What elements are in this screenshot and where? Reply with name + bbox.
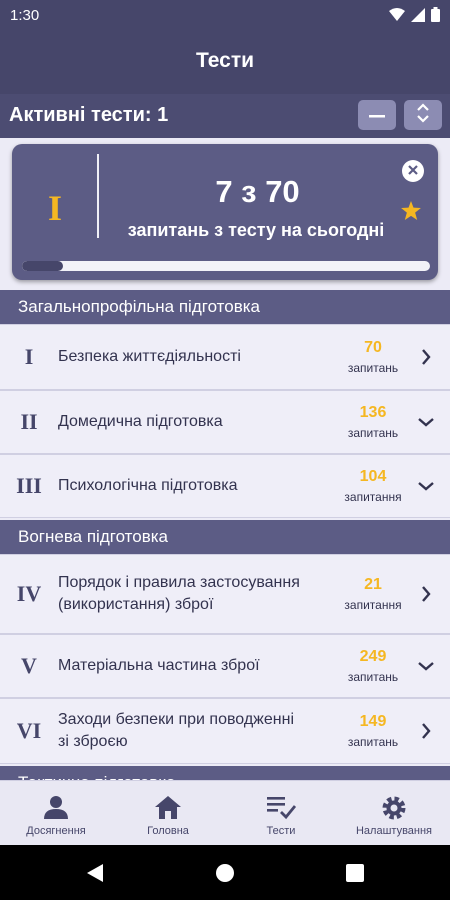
active-tests-bar: Активні тести: 1 <box>0 94 450 138</box>
item-name: Порядок і правила застосування (використ… <box>58 574 300 613</box>
daily-card-divider <box>97 154 99 238</box>
nav-tests[interactable]: Тести <box>225 781 337 846</box>
app-bar: Тести <box>0 32 450 94</box>
daily-progress-fill <box>22 261 63 271</box>
item-count-value: 249 <box>359 648 387 665</box>
daily-progress-bar <box>22 261 430 271</box>
list-item[interactable]: IV Порядок і правила застосування (викор… <box>0 554 450 634</box>
nav-home[interactable]: Головна <box>112 781 224 846</box>
close-icon <box>408 162 418 180</box>
system-navigation-bar <box>0 845 450 900</box>
status-time: 1:30 <box>10 7 40 24</box>
item-count-value: 136 <box>359 404 387 421</box>
star-icon[interactable] <box>401 201 421 225</box>
expand-collapse-button[interactable] <box>404 100 442 130</box>
nav-settings[interactable]: Налаштування <box>338 781 450 846</box>
home-button-icon[interactable] <box>214 862 236 884</box>
nav-achievements[interactable]: Досягнення <box>0 781 112 846</box>
minus-icon <box>369 106 385 124</box>
recents-icon[interactable] <box>344 862 366 884</box>
item-name: Домедична підготовка <box>58 413 223 430</box>
item-count-unit: запитання <box>344 490 402 504</box>
item-count-value: 104 <box>359 468 387 485</box>
item-count: 21 запитання <box>335 576 411 612</box>
item-number: V <box>21 653 37 678</box>
page-title: Тести <box>195 49 255 72</box>
item-count: 104 запитання <box>335 468 411 504</box>
chevron-right-icon[interactable] <box>416 721 436 741</box>
item-name: Психологічна підготовка <box>58 477 238 494</box>
item-count-unit: запитань <box>347 426 399 440</box>
item-count: 149 запитань <box>335 713 411 749</box>
list-item[interactable]: VI Заходи безпеки при поводженні зі збро… <box>0 698 450 764</box>
section-header: Загальнопрофільна підготовка <box>0 290 450 324</box>
chevron-down-icon[interactable] <box>416 412 436 432</box>
daily-test-card[interactable]: I 7 з 70 запитань з тесту на сьогодні <box>12 144 438 280</box>
item-count-unit: запитань <box>347 670 399 684</box>
status-icons <box>389 7 440 27</box>
item-count-unit: запитань <box>347 735 399 749</box>
item-count-unit: запитань <box>347 361 399 375</box>
item-name: Матеріальна частина зброї <box>58 657 260 674</box>
item-number: II <box>20 409 38 434</box>
item-count-value: 70 <box>364 339 382 356</box>
item-count: 70 запитань <box>335 339 411 375</box>
item-name: Безпека життєдіяльності <box>58 348 241 365</box>
person-icon <box>0 794 112 824</box>
item-count: 249 запитань <box>335 648 411 684</box>
section-header: Тактична підготовка <box>0 766 450 780</box>
daily-card-count: 7 з 70 <box>215 174 300 209</box>
item-number: I <box>24 344 34 369</box>
list-item[interactable]: V Матеріальна частина зброї 249 запитань <box>0 634 450 698</box>
item-number: III <box>16 473 42 498</box>
chevron-right-icon[interactable] <box>416 347 436 367</box>
bottom-navigation: Досягнення Головна Тести Налаштування <box>0 780 450 845</box>
list-item[interactable]: II Домедична підготовка 136 запитань <box>0 390 450 454</box>
wifi-icon <box>389 7 405 27</box>
chevron-down-icon[interactable] <box>416 656 436 676</box>
item-count-value: 149 <box>359 713 387 730</box>
home-icon <box>112 794 224 824</box>
item-count-unit: запитання <box>344 598 402 612</box>
status-bar: 1:30 <box>0 0 450 32</box>
daily-card-subtitle: запитань з тесту на сьогодні <box>127 220 385 240</box>
nav-label: Досягнення <box>26 825 86 837</box>
item-count-value: 21 <box>364 576 382 593</box>
chevron-down-icon[interactable] <box>416 476 436 496</box>
nav-label: Тести <box>266 825 296 837</box>
back-icon[interactable] <box>84 862 106 884</box>
list-item[interactable]: III Психологічна підготовка 104 запитанн… <box>0 454 450 518</box>
item-name: Заходи безпеки при поводженні зі зброєю <box>58 711 294 750</box>
collapse-button[interactable] <box>358 100 396 130</box>
list-item[interactable]: I Безпека життєдіяльності 70 запитань <box>0 324 450 390</box>
unfold-icon <box>417 102 429 129</box>
active-tests-label: Активні тести: 1 <box>9 104 169 126</box>
gear-icon <box>338 794 450 824</box>
chevron-right-icon[interactable] <box>416 584 436 604</box>
close-button[interactable] <box>402 160 424 182</box>
checklist-icon <box>225 794 337 824</box>
nav-label: Налаштування <box>355 825 433 837</box>
battery-icon <box>431 7 440 27</box>
item-number: IV <box>16 581 42 606</box>
item-count: 136 запитань <box>335 404 411 440</box>
content-area: I 7 з 70 запитань з тесту на сьогодні За… <box>0 138 450 780</box>
signal-icon <box>411 7 425 27</box>
section-header: Вогнева підготовка <box>0 520 450 554</box>
nav-label: Головна <box>147 825 189 837</box>
daily-card-roman: I <box>48 188 63 228</box>
item-number: VI <box>16 718 42 743</box>
